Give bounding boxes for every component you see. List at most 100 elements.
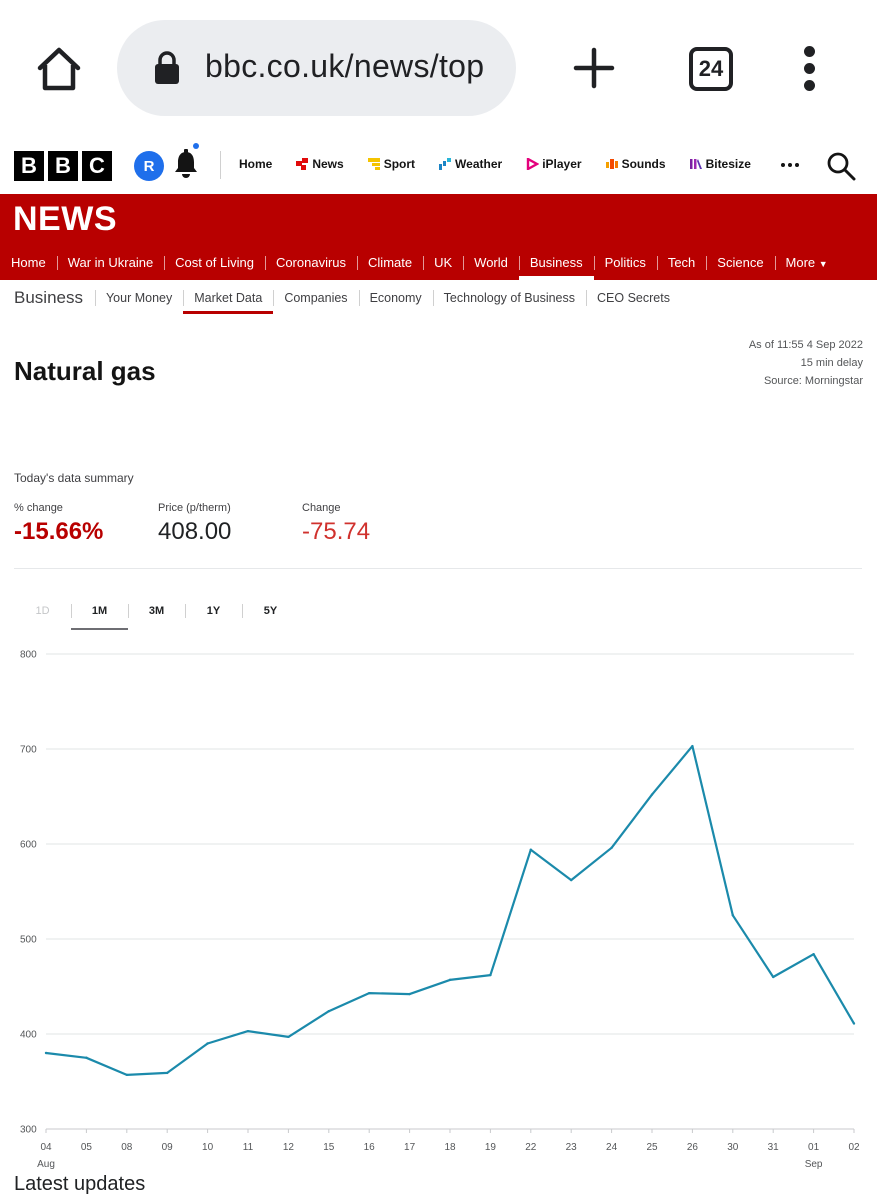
global-nav-bitesize[interactable]: Bitesize xyxy=(689,157,751,171)
home-icon[interactable] xyxy=(34,44,84,94)
account-avatar[interactable]: R xyxy=(134,151,164,181)
stat-price: Price (p/therm) 408.00 xyxy=(158,502,232,545)
news-nav: Home War in Ukraine Cost of Living Coron… xyxy=(0,252,839,280)
subnav-market-data[interactable]: Market Data xyxy=(183,280,274,316)
x-tick-label: 12 xyxy=(283,1142,295,1153)
news-nav-business[interactable]: Business xyxy=(518,252,594,280)
range-5y-button[interactable]: 5Y xyxy=(242,592,299,630)
news-header: NEWS Home War in Ukraine Cost of Living … xyxy=(0,194,877,280)
price-point xyxy=(246,1029,250,1033)
lock-icon xyxy=(155,51,179,84)
x-tick-label: 31 xyxy=(768,1142,780,1153)
new-tab-icon[interactable] xyxy=(572,46,616,90)
x-tick-label: 22 xyxy=(525,1142,537,1153)
range-1y-button[interactable]: 1Y xyxy=(185,592,242,630)
y-tick-label: 600 xyxy=(20,840,37,851)
news-nav-home[interactable]: Home xyxy=(0,252,57,280)
address-bar[interactable]: bbc.co.uk/news/top xyxy=(117,20,516,116)
news-logo[interactable]: NEWS xyxy=(13,200,117,239)
subnav-your-money[interactable]: Your Money xyxy=(94,280,183,316)
range-1m-button[interactable]: 1M xyxy=(71,592,128,630)
business-subnav: Business Your Money Market Data Companie… xyxy=(0,280,877,316)
time-range-tabs: 1D 1M 3M 1Y 5Y xyxy=(14,592,299,630)
x-tick-label: 11 xyxy=(243,1142,254,1153)
global-nav-sport[interactable]: Sport xyxy=(367,157,415,171)
search-icon[interactable] xyxy=(826,151,856,181)
notification-dot xyxy=(193,143,199,149)
subnav-economy[interactable]: Economy xyxy=(358,280,433,316)
x-tick-label: 01 xyxy=(808,1142,820,1153)
price-point xyxy=(812,953,815,956)
global-nav-home[interactable]: Home xyxy=(239,157,272,171)
subnav-technology-of-business[interactable]: Technology of Business xyxy=(432,280,586,316)
summary-label: Today's data summary xyxy=(14,471,134,485)
caret-down-icon: ▼ xyxy=(818,259,828,269)
overflow-menu-icon[interactable] xyxy=(800,46,818,92)
delay-note: 15 min delay xyxy=(800,357,863,369)
business-section-link[interactable]: Business xyxy=(14,288,83,308)
y-tick-label: 700 xyxy=(20,745,37,756)
range-3m-button[interactable]: 3M xyxy=(128,592,185,630)
x-tick-label: 24 xyxy=(606,1142,618,1153)
y-tick-label: 500 xyxy=(20,935,37,946)
price-point xyxy=(85,1056,88,1059)
y-tick-label: 800 xyxy=(20,650,37,661)
page-title: Natural gas xyxy=(14,356,156,386)
news-nav-politics[interactable]: Politics xyxy=(593,252,657,280)
news-nav-world[interactable]: World xyxy=(463,252,519,280)
news-nav-coronavirus[interactable]: Coronavirus xyxy=(264,252,357,280)
x-tick-label: 16 xyxy=(364,1142,376,1153)
news-nav-science[interactable]: Science xyxy=(706,252,774,280)
bbc-global-header: B B C R Home News Sport Weather iPlayer … xyxy=(0,137,877,194)
subnav-companies[interactable]: Companies xyxy=(273,280,358,316)
news-icon xyxy=(296,158,309,170)
subnav-ceo-secrets[interactable]: CEO Secrets xyxy=(586,280,681,316)
news-nav-cost-of-living[interactable]: Cost of Living xyxy=(164,252,265,280)
global-nav-sounds[interactable]: Sounds xyxy=(605,157,666,171)
bbc-logo[interactable]: B B C xyxy=(14,151,112,181)
x-tick-label: 10 xyxy=(202,1142,214,1153)
stat-percent-change: % change -15.66% xyxy=(14,502,104,545)
price-point xyxy=(489,973,492,977)
price-point xyxy=(691,744,694,748)
price-point xyxy=(529,848,532,851)
stat-change: Change -75.74 xyxy=(302,502,371,545)
global-nav-weather[interactable]: Weather xyxy=(439,157,502,171)
news-nav-climate[interactable]: Climate xyxy=(357,252,423,280)
browser-toolbar: bbc.co.uk/news/top 24 xyxy=(0,0,877,137)
global-nav-iplayer[interactable]: iPlayer xyxy=(526,157,582,171)
price-point xyxy=(368,991,371,995)
global-nav-news[interactable]: News xyxy=(296,157,344,171)
tab-switcher-button[interactable]: 24 xyxy=(689,47,733,91)
x-tick-label: 23 xyxy=(566,1142,578,1153)
news-nav-uk[interactable]: UK xyxy=(423,252,463,280)
bbc-global-nav: Home News Sport Weather iPlayer Sounds B… xyxy=(239,157,775,171)
price-point xyxy=(852,1022,856,1025)
range-1d-button[interactable]: 1D xyxy=(14,592,71,630)
more-icon[interactable] xyxy=(781,163,799,167)
x-month-label: Sep xyxy=(805,1159,823,1170)
news-nav-tech[interactable]: Tech xyxy=(656,252,706,280)
price-point xyxy=(448,978,452,982)
x-tick-label: 19 xyxy=(485,1142,497,1153)
price-point xyxy=(610,846,613,849)
x-month-label: Aug xyxy=(37,1159,55,1170)
market-meta: As of 11:55 4 Sep 2022 15 min delay Sour… xyxy=(749,336,863,390)
price-series-line xyxy=(45,744,855,1076)
news-nav-more[interactable]: More ▼ xyxy=(774,252,839,280)
bitesize-icon xyxy=(689,159,702,169)
x-tick-label: 15 xyxy=(323,1142,335,1153)
price-line-chart: 300 400 500 600 700 800 04 05 08 09 10 11 12 15 16 17 18… xyxy=(20,650,860,1171)
weather-icon xyxy=(439,158,452,170)
data-source: Source: Morningstar xyxy=(763,375,863,387)
x-tick-label: 04 xyxy=(40,1142,52,1153)
x-tick-label: 25 xyxy=(646,1142,658,1153)
price-point xyxy=(570,878,573,882)
divider xyxy=(14,568,862,569)
sport-icon xyxy=(367,158,380,170)
x-tick-label: 09 xyxy=(162,1142,174,1153)
notification-bell-icon[interactable] xyxy=(172,149,200,179)
news-nav-war-in-ukraine[interactable]: War in Ukraine xyxy=(56,252,164,280)
latest-updates-heading: Latest updates xyxy=(14,1173,146,1195)
x-tick-label: 05 xyxy=(81,1142,93,1153)
